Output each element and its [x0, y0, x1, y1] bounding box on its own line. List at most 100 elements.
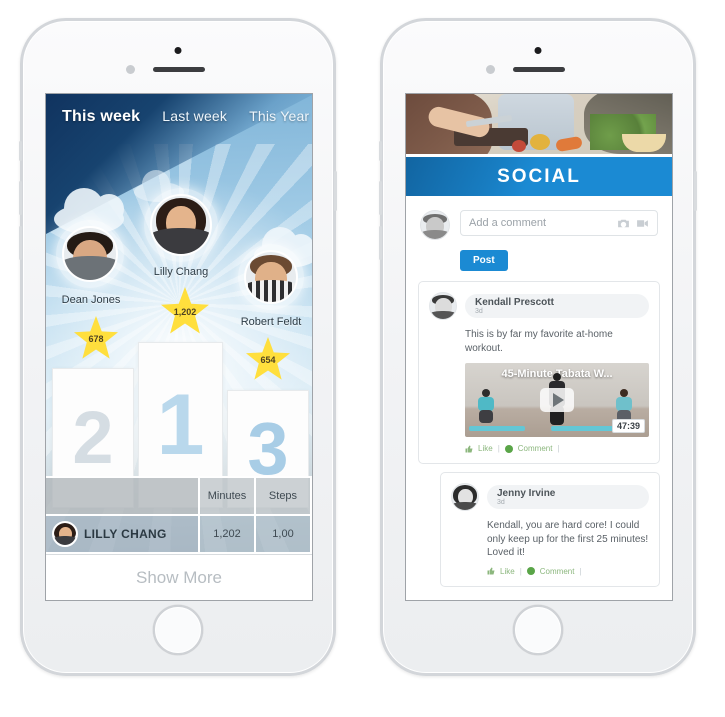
post-body-text: This is by far my favorite at-home worko… — [465, 329, 613, 354]
avatar-image — [150, 194, 212, 256]
tab-this-year[interactable]: This Year — [249, 108, 312, 126]
reply-author-pill: Jenny Irvine 3d — [487, 485, 649, 509]
post-author-avatar[interactable] — [429, 292, 457, 320]
phone-right: SOCIAL Add a comment Post Kendall Presco… — [379, 18, 697, 676]
score-2nd: 678 — [88, 334, 104, 344]
proximity-sensor-icon — [486, 65, 495, 74]
podium-rank-3rd: 3 — [247, 406, 289, 490]
post-author-pill: Kendall Prescott 3d — [465, 294, 649, 318]
page-title: SOCIAL — [497, 165, 581, 187]
show-more-button[interactable]: Show More — [46, 554, 312, 600]
avatar-image — [62, 226, 118, 282]
volume-down-button[interactable] — [379, 226, 382, 260]
video-duration: 47:39 — [611, 419, 645, 433]
row-avatar — [52, 521, 78, 547]
post-header: Kendall Prescott 3d — [429, 292, 649, 320]
comment-link[interactable]: Comment — [518, 444, 553, 453]
thumbs-up-icon[interactable] — [487, 567, 495, 575]
video-floor-stripe-right — [551, 426, 613, 431]
reply-author-name[interactable]: Jenny Irvine — [497, 488, 639, 499]
table-header-steps: Steps — [256, 478, 312, 514]
score-3rd: 654 — [260, 355, 276, 365]
avatar-image — [244, 250, 298, 304]
table-cell-minutes: 1,202 — [200, 516, 256, 552]
power-button[interactable] — [334, 171, 337, 211]
action-separator: | — [497, 444, 500, 453]
comment-placeholder: Add a comment — [469, 217, 547, 229]
podium-name-2nd: Dean Jones — [61, 294, 121, 306]
banner-image — [406, 94, 672, 154]
earpiece-speaker — [513, 67, 565, 72]
comment-bubble-icon[interactable] — [504, 444, 513, 453]
leaderboard-view: This week Last week This Year Dean Jones… — [46, 94, 312, 600]
reply-body-text: Kendall, you are hard core! I could only… — [487, 520, 649, 558]
reply-header: Jenny Irvine 3d — [451, 483, 649, 511]
reply-timestamp: 3d — [497, 499, 505, 506]
comment-input[interactable]: Add a comment — [460, 210, 658, 236]
home-button[interactable] — [513, 605, 563, 655]
social-view: SOCIAL Add a comment Post Kendall Presco… — [406, 94, 672, 600]
post-author-name[interactable]: Kendall Prescott — [475, 297, 639, 308]
screenshot-stage: This week Last week This Year Dean Jones… — [0, 0, 725, 717]
banner-tomato — [512, 140, 526, 152]
like-link[interactable]: Like — [500, 567, 515, 576]
banner-squash — [530, 134, 550, 150]
social-feed: Kendall Prescott 3d This is by far my fa… — [406, 271, 672, 587]
table-header-row: Minutes Steps — [46, 478, 312, 516]
thumbs-up-icon[interactable] — [465, 445, 473, 453]
tab-last-week[interactable]: Last week — [162, 108, 249, 126]
score-1st: 1,202 — [173, 307, 197, 317]
video-person-left — [475, 389, 497, 423]
front-camera-icon — [534, 47, 542, 54]
power-button[interactable] — [694, 171, 697, 211]
volume-up-button[interactable] — [19, 181, 22, 215]
action-separator: | — [579, 566, 582, 576]
podium-name-1st: Lilly Chang — [153, 266, 209, 278]
avatar-robert-feldt[interactable] — [238, 244, 304, 310]
action-separator: | — [557, 444, 560, 453]
social-header-bar: SOCIAL — [406, 154, 672, 196]
comment-bubble-icon[interactable] — [526, 567, 535, 575]
action-separator: | — [519, 566, 522, 576]
timeframe-tabs: This week Last week This Year — [46, 108, 312, 126]
post-button[interactable]: Post — [460, 250, 508, 271]
phone-left: This week Last week This Year Dean Jones… — [19, 18, 337, 676]
post-card: Kendall Prescott 3d This is by far my fa… — [418, 281, 660, 464]
table-row[interactable]: LILLY CHANG 1,202 1,00 — [46, 516, 312, 554]
table-header-name — [46, 478, 200, 514]
comment-composer: Add a comment — [406, 196, 672, 240]
table-header-minutes: Minutes — [200, 478, 256, 514]
mute-switch[interactable] — [379, 141, 382, 161]
play-icon[interactable] — [540, 388, 574, 412]
reply-card: Jenny Irvine 3d Kendall, you are hard co… — [440, 472, 660, 587]
avatar-dean-jones[interactable] — [56, 220, 124, 288]
volume-up-button[interactable] — [379, 181, 382, 215]
earpiece-speaker — [153, 67, 205, 72]
home-button[interactable] — [153, 605, 203, 655]
volume-down-button[interactable] — [19, 226, 22, 260]
comment-link[interactable]: Comment — [540, 567, 575, 576]
podium-rank-2nd: 2 — [72, 395, 114, 479]
table-cell-name: LILLY CHANG — [46, 516, 200, 552]
video-floor-stripe-left — [469, 426, 525, 431]
screen-leaderboard: This week Last week This Year Dean Jones… — [45, 93, 313, 601]
current-user-avatar — [420, 210, 450, 240]
proximity-sensor-icon — [126, 65, 135, 74]
post-actions: Like | Comment | — [465, 444, 649, 453]
post-timestamp: 3d — [475, 308, 483, 315]
reply-actions: Like | Comment | — [487, 567, 649, 576]
reply-author-avatar[interactable] — [451, 483, 479, 511]
screen-social: SOCIAL Add a comment Post Kendall Presco… — [405, 93, 673, 601]
mute-switch[interactable] — [19, 141, 22, 161]
tab-this-week[interactable]: This week — [62, 108, 162, 126]
row-name-label: LILLY CHANG — [84, 527, 167, 541]
like-link[interactable]: Like — [478, 444, 493, 453]
leaderboard-table: Minutes Steps LILLY CHANG 1,202 1,00 — [46, 476, 312, 554]
video-person-right — [613, 389, 635, 423]
post-video-thumbnail[interactable]: 45-Minute Tabata W... 47:39 — [465, 363, 649, 437]
table-cell-steps: 1,00 — [256, 516, 312, 552]
camera-icon[interactable] — [617, 218, 630, 229]
podium-name-3rd: Robert Feldt — [240, 316, 302, 328]
video-camera-icon[interactable] — [636, 218, 649, 229]
avatar-lilly-chang[interactable] — [144, 188, 218, 262]
